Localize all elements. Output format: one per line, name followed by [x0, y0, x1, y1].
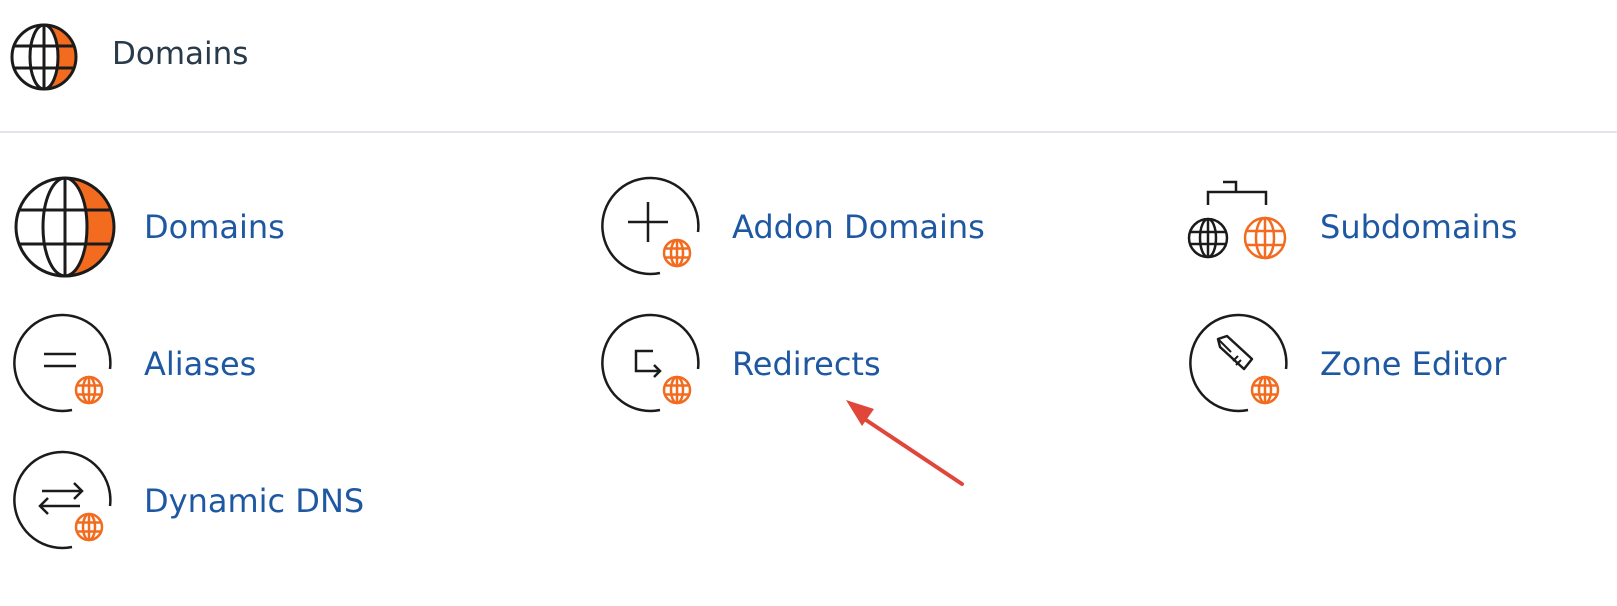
- section-header[interactable]: Domains: [0, 0, 1617, 133]
- globe-icon: [10, 172, 120, 282]
- pen-icon: [1186, 309, 1296, 419]
- item-label: Dynamic DNS: [144, 482, 365, 520]
- subdomains-icon: [1186, 172, 1296, 282]
- section-title: Domains: [112, 36, 249, 72]
- aliases-link[interactable]: Aliases: [10, 309, 570, 419]
- domains-link[interactable]: Domains: [10, 172, 570, 282]
- redirects-link[interactable]: Redirects: [598, 309, 1158, 419]
- plus-icon: [598, 172, 708, 282]
- exchange-arrows-icon: [10, 446, 120, 556]
- item-label: Addon Domains: [732, 208, 985, 246]
- item-label: Subdomains: [1320, 208, 1518, 246]
- globe-icon: [8, 21, 80, 93]
- redirect-arrow-icon: [598, 309, 708, 419]
- item-label: Domains: [144, 208, 285, 246]
- dynamic-dns-link[interactable]: Dynamic DNS: [10, 446, 570, 556]
- item-label: Zone Editor: [1320, 345, 1507, 383]
- zone-editor-link[interactable]: Zone Editor: [1186, 309, 1617, 419]
- equals-icon: [10, 309, 120, 419]
- item-label: Redirects: [732, 345, 881, 383]
- subdomains-link[interactable]: Subdomains: [1186, 172, 1617, 282]
- item-label: Aliases: [144, 345, 257, 383]
- addon-domains-link[interactable]: Addon Domains: [598, 172, 1158, 282]
